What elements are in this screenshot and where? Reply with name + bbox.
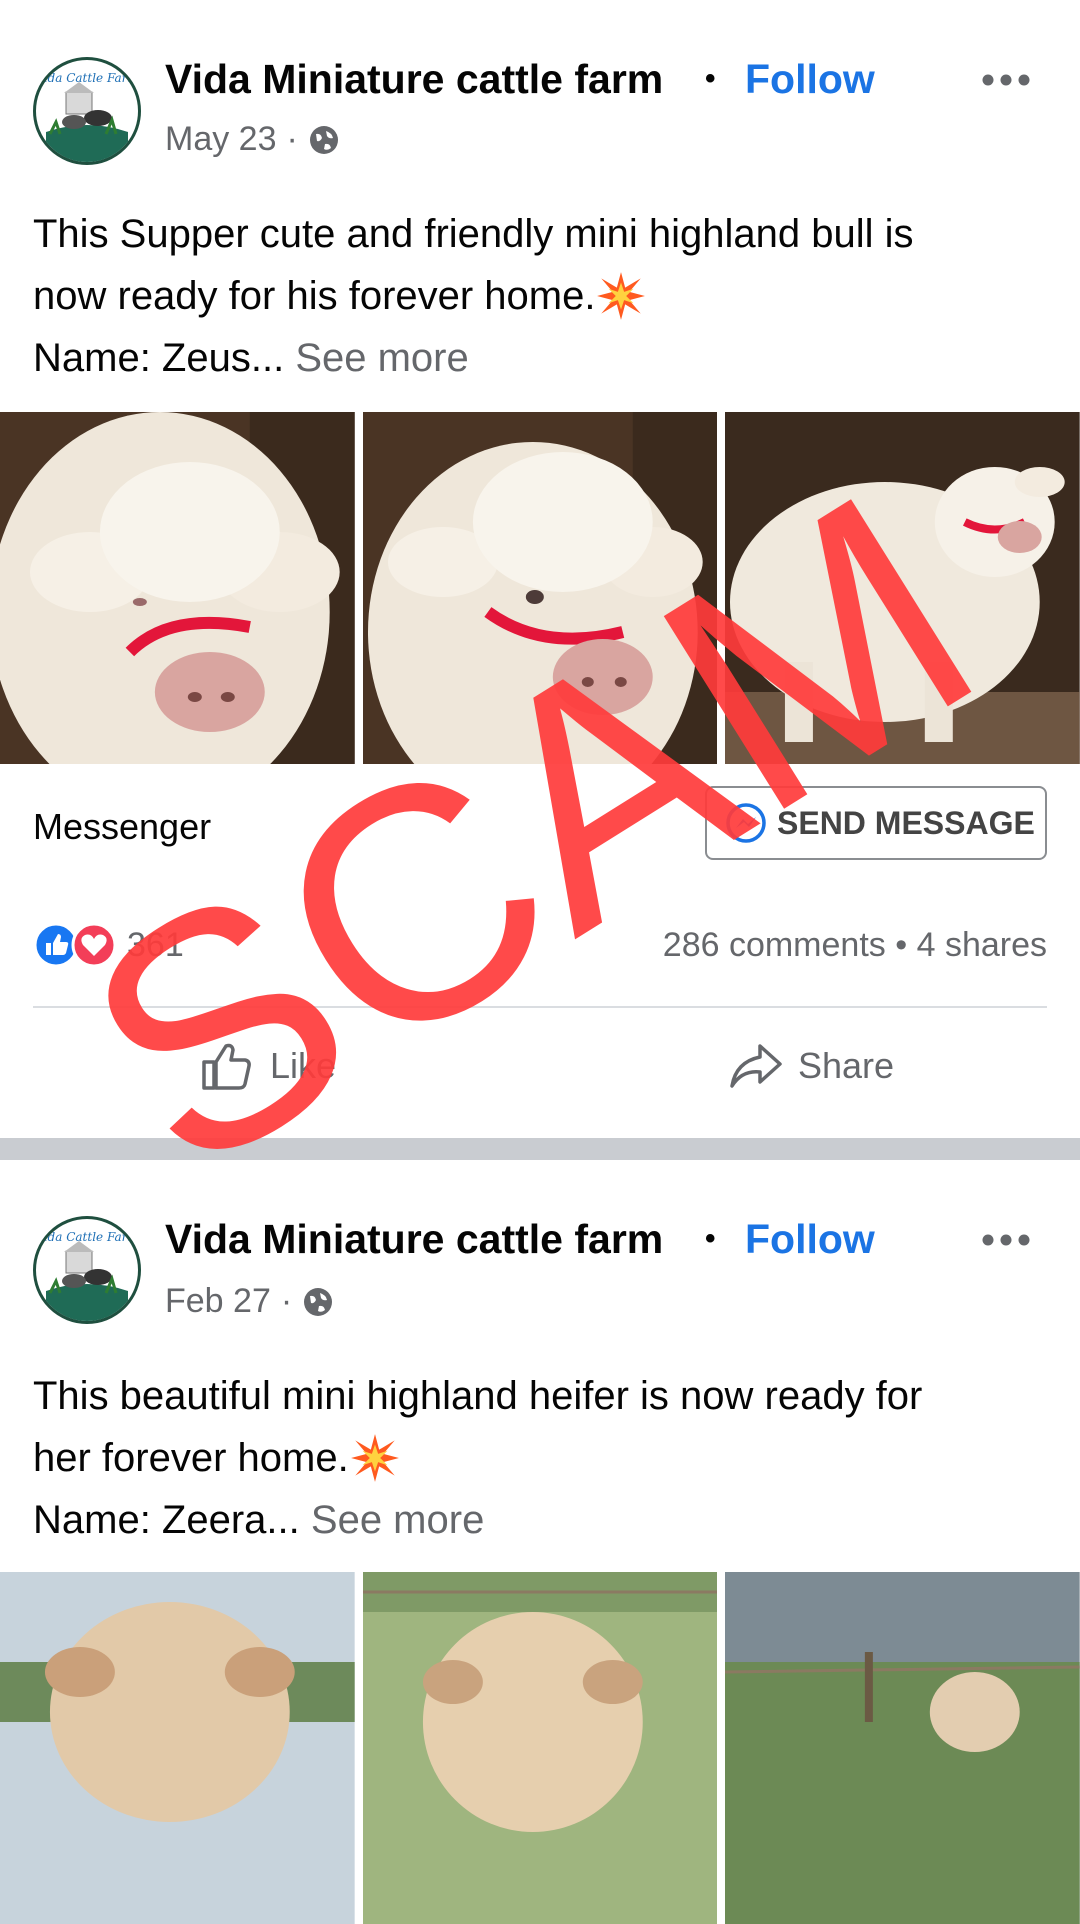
post-text: This beautiful mini highland heifer is n… <box>33 1365 1043 1551</box>
share-label: Share <box>798 1045 895 1086</box>
send-message-button[interactable]: SEND MESSAGE <box>705 786 1047 860</box>
reaction-summary[interactable]: 361 <box>33 922 184 968</box>
meta-separator: · <box>286 120 298 158</box>
divider-line <box>33 1006 1047 1008</box>
comments-count[interactable]: 286 comments <box>663 926 886 964</box>
page-name[interactable]: Vida Miniature cattle farm <box>165 56 663 103</box>
share-button[interactable]: Share <box>728 1040 894 1092</box>
avatar-logo-text: Vida Cattle Farm <box>36 1230 138 1244</box>
post-date[interactable]: Feb 27 <box>165 1282 271 1321</box>
calf-photo[interactable] <box>362 412 718 764</box>
more-options-icon[interactable] <box>980 70 1032 90</box>
post-text-line: now ready for his forever home. <box>33 274 596 318</box>
thumbs-up-icon <box>202 1043 251 1090</box>
see-more-link[interactable]: See more <box>311 1498 484 1542</box>
calf-photo[interactable] <box>0 1572 355 1924</box>
messenger-icon <box>726 803 766 843</box>
post-date[interactable]: May 23 <box>165 120 277 159</box>
send-message-label: SEND MESSAGE <box>777 804 1035 841</box>
engagement-stats: 286 comments • 4 shares <box>663 926 1047 965</box>
share-arrow-icon <box>730 1044 782 1088</box>
messenger-label: Messenger <box>33 806 212 847</box>
name-separator: • <box>705 1222 716 1255</box>
page-avatar[interactable]: Vida Cattle Farm <box>33 57 141 165</box>
feed-divider <box>0 1138 1080 1160</box>
like-label: Like <box>270 1045 337 1086</box>
page-name[interactable]: Vida Miniature cattle farm <box>165 1216 663 1263</box>
post-meta: May 23 · <box>165 120 340 159</box>
post-text-line: Name: Zeus... <box>33 336 285 380</box>
post-card: Vida Cattle Farm Vida Miniature cattle f… <box>0 0 1080 1138</box>
calf-photo[interactable] <box>725 412 1080 764</box>
more-options-icon[interactable] <box>980 1230 1032 1250</box>
follow-button[interactable]: Follow <box>745 56 875 103</box>
post-text-line: Name: Zeera... <box>33 1498 300 1542</box>
farm-logo: Vida Cattle Farm <box>36 61 138 162</box>
photo-grid <box>0 412 1080 764</box>
collision-emoji <box>597 272 646 320</box>
farm-logo: Vida Cattle Farm <box>36 1220 138 1321</box>
globe-icon <box>309 125 338 154</box>
globe-icon <box>304 1287 333 1316</box>
photo-grid <box>0 1572 1080 1924</box>
reaction-count: 361 <box>127 925 184 964</box>
post-text-line: This Supper cute and friendly mini highl… <box>33 212 914 256</box>
post-text-line: This beautiful mini highland heifer is n… <box>33 1374 923 1418</box>
stats-separator: • <box>895 926 908 964</box>
post-card: Vida Cattle Farm Vida Miniature cattle f… <box>0 1160 1080 1924</box>
calf-photo[interactable] <box>725 1572 1080 1924</box>
page-avatar[interactable]: Vida Cattle Farm <box>33 1216 141 1324</box>
meta-separator: · <box>280 1282 293 1320</box>
calf-photo[interactable] <box>0 412 355 764</box>
calf-photo[interactable] <box>362 1572 718 1924</box>
reaction-icons <box>33 922 117 968</box>
post-meta: Feb 27 · <box>165 1282 334 1321</box>
shares-count[interactable]: 4 shares <box>917 926 1047 964</box>
see-more-link[interactable]: See more <box>295 336 468 380</box>
avatar-logo-text: Vida Cattle Farm <box>36 71 138 85</box>
collision-emoji <box>350 1434 399 1482</box>
post-text: This Supper cute and friendly mini highl… <box>33 203 1043 389</box>
like-button[interactable]: Like <box>200 1040 336 1092</box>
love-reaction-icon <box>71 922 117 968</box>
post-text-line: her forever home. <box>33 1436 349 1480</box>
follow-button[interactable]: Follow <box>745 1216 875 1263</box>
name-separator: • <box>705 62 716 95</box>
